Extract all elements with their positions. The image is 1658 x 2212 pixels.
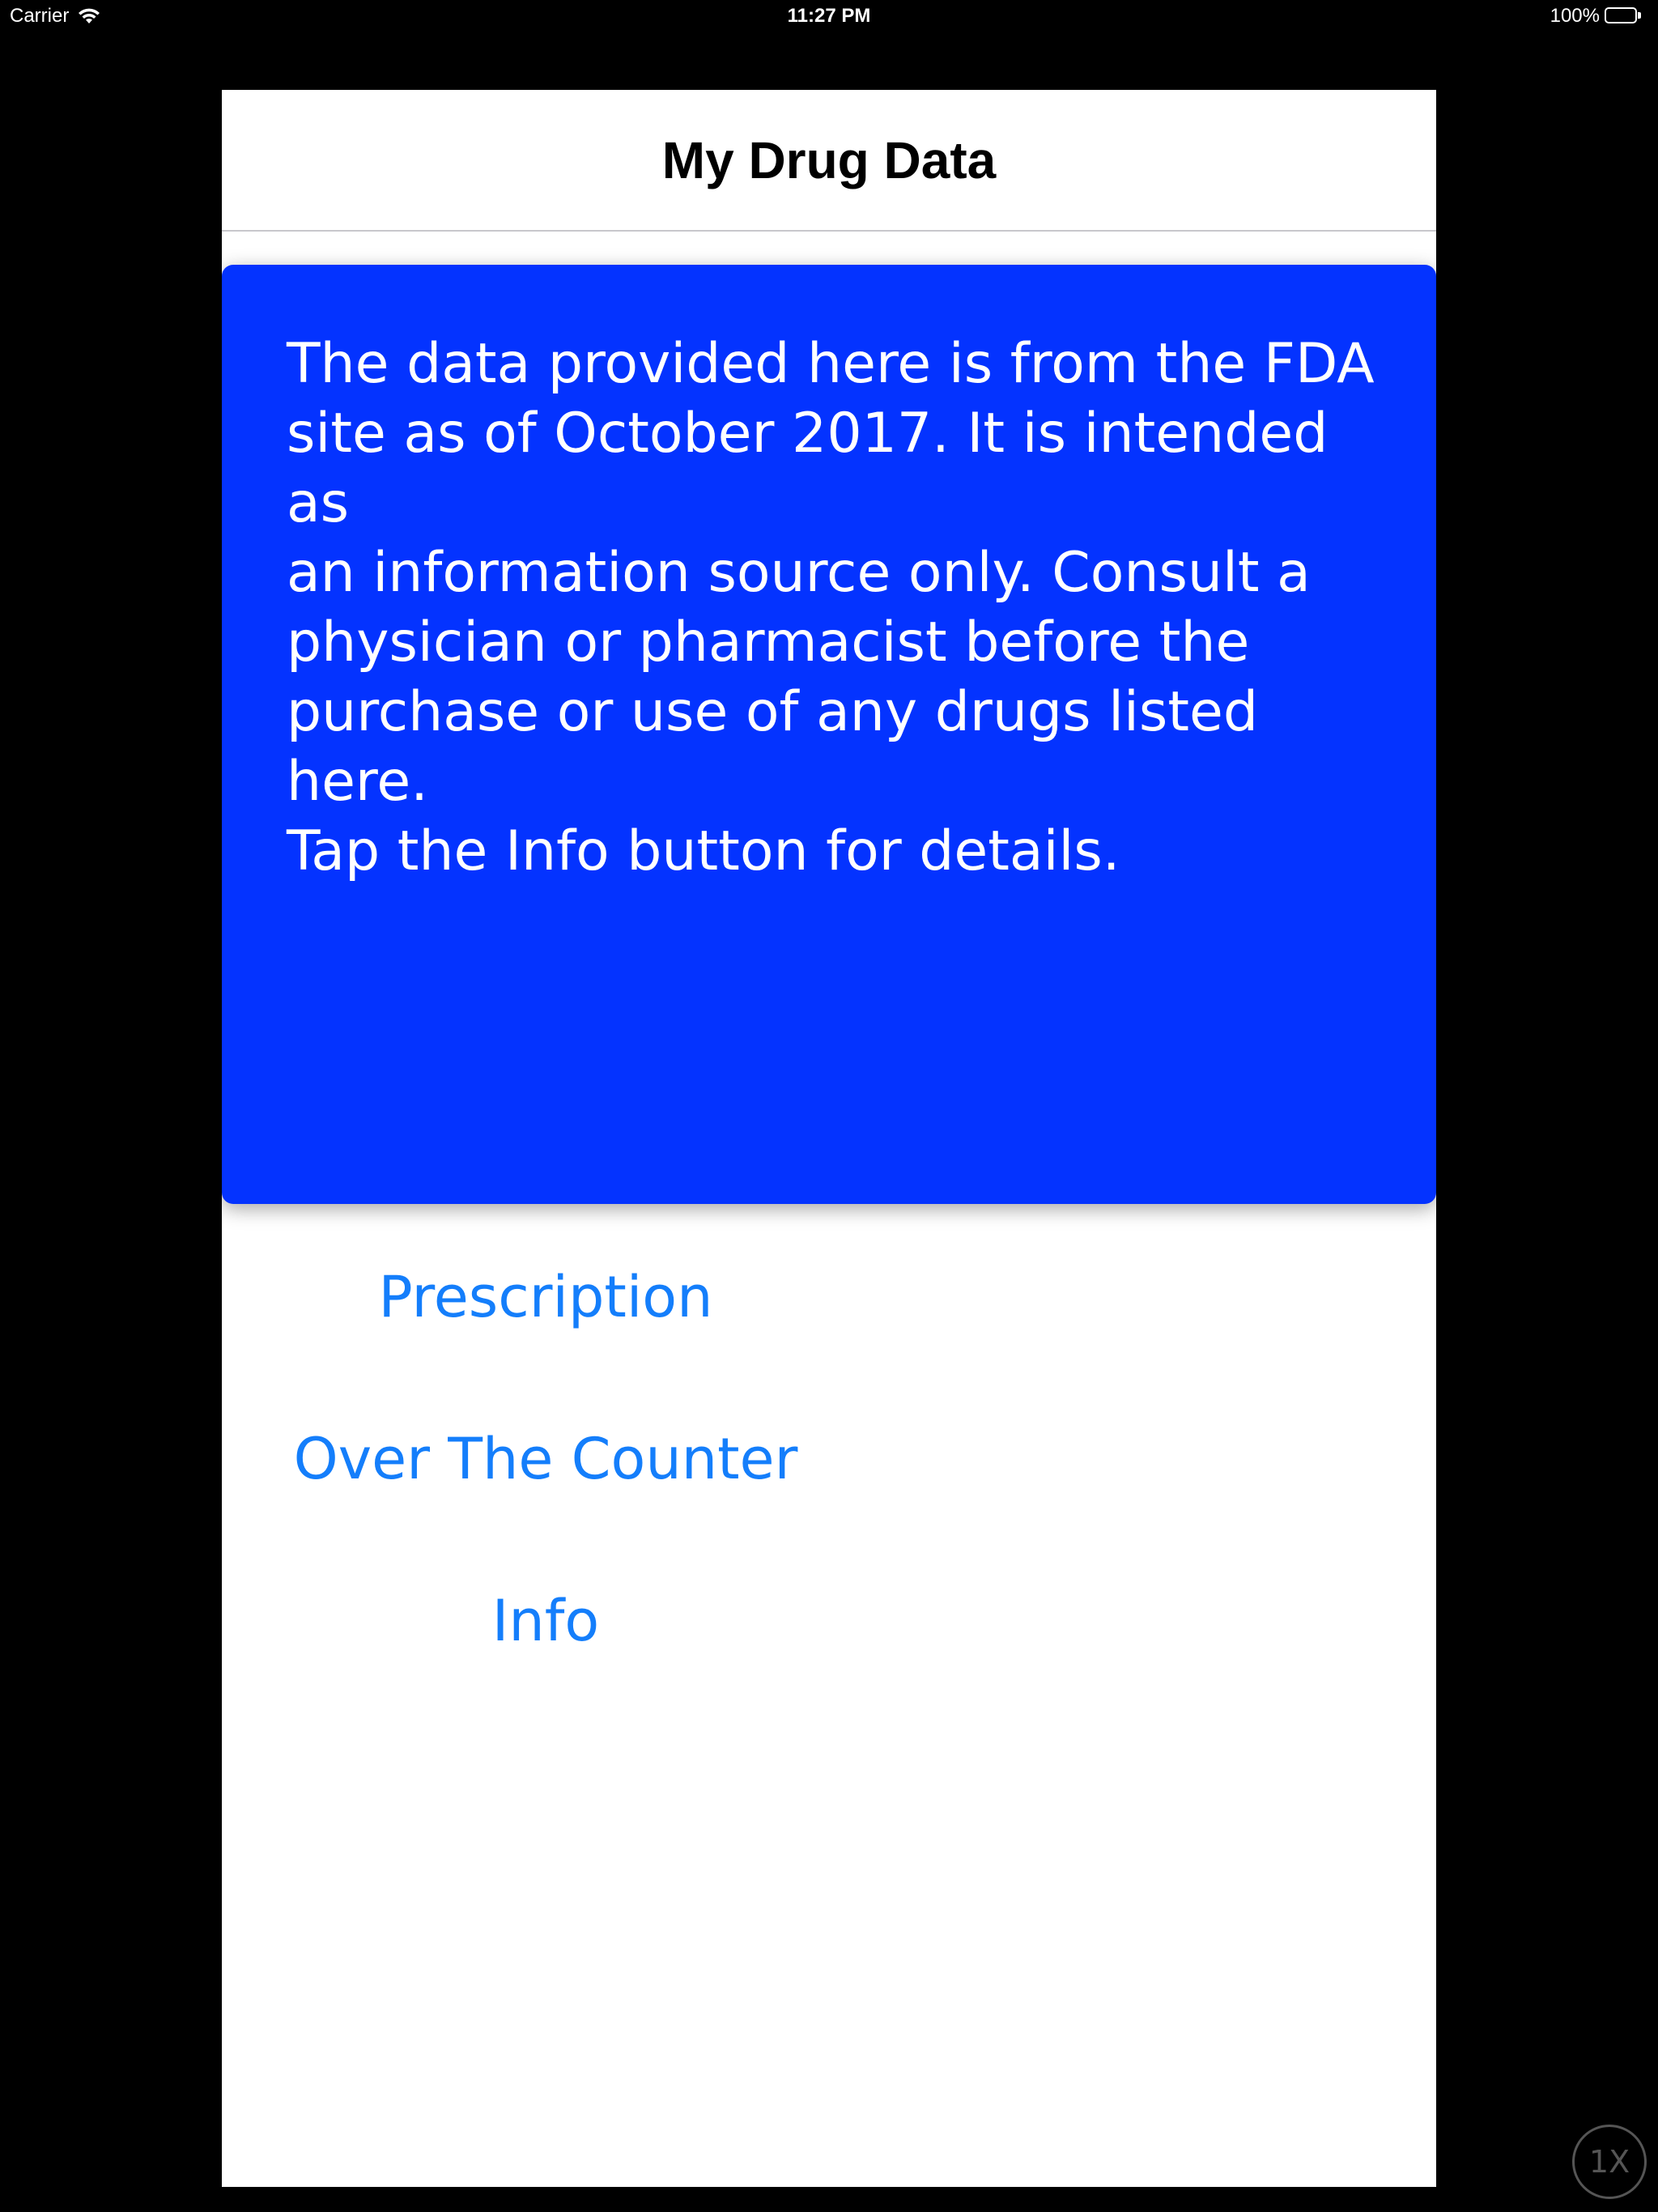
over-the-counter-button[interactable]: Over The Counter	[294, 1426, 798, 1492]
prescription-button[interactable]: Prescription	[379, 1264, 713, 1330]
page-title: My Drug Data	[661, 131, 997, 189]
status-right: 100%	[1550, 5, 1642, 28]
status-time: 11:27 PM	[787, 5, 871, 27]
app-window: My Drug Data The data provided here is f…	[222, 90, 1436, 2187]
zoom-toggle-button[interactable]: 1X	[1572, 2125, 1647, 2199]
status-bar: Carrier 11:27 PM 100%	[0, 0, 1658, 32]
navigation-bar: My Drug Data	[222, 90, 1436, 232]
disclaimer-text: The data provided here is from the FDA s…	[287, 332, 1375, 883]
disclaimer-card: The data provided here is from the FDA s…	[222, 265, 1436, 1204]
battery-percentage: 100%	[1550, 5, 1600, 27]
info-button[interactable]: Info	[492, 1588, 599, 1654]
battery-icon	[1605, 7, 1642, 25]
